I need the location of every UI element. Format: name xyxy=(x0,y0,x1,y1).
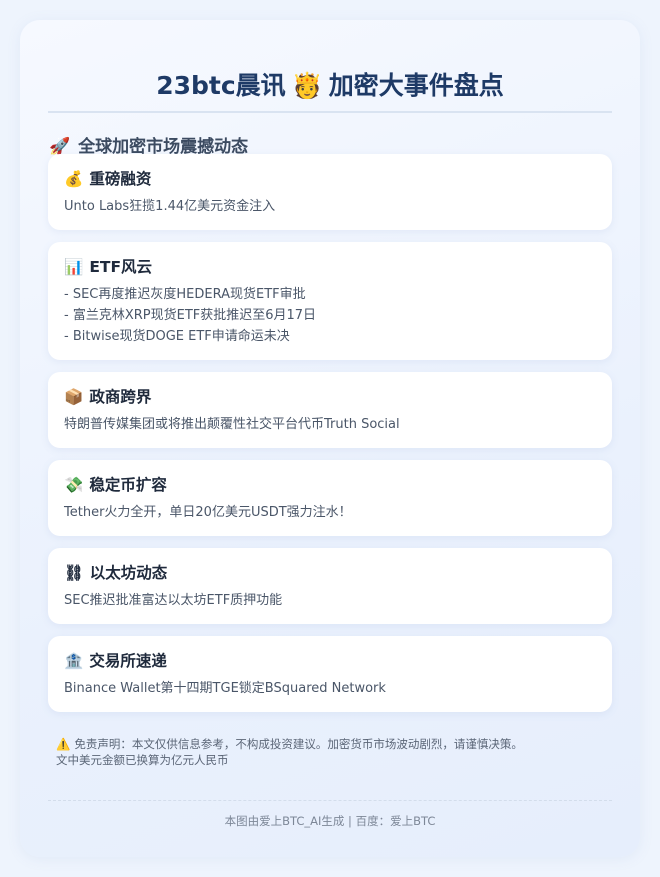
footer-credit: 本图由爱上BTC_AI生成 | 百度：爱上BTC xyxy=(224,814,436,828)
report-card: 23btc晨讯 🫅 加密大事件盘点 🚀 全球加密市场震撼动态 💰 重磅融资 Unto L… xyxy=(20,20,640,857)
news-card-stablecoin: 💸 稳定币扩容 Tether火力全开，单日20亿美元USDT强力注水！ xyxy=(48,460,612,536)
news-title: 🏦 交易所速递 xyxy=(64,650,596,672)
news-title: ⛓ 以太坊动态 xyxy=(64,562,596,584)
title-text-after: 加密大事件盘点 xyxy=(328,71,504,100)
news-line: Tether火力全开，单日20亿美元USDT强力注水！ xyxy=(64,505,352,520)
flying-money-icon: 💸 xyxy=(64,476,84,494)
news-title: 📊 ETF风云 xyxy=(64,256,596,278)
news-title-text: 交易所速递 xyxy=(89,652,167,670)
news-title-text: 政商跨界 xyxy=(89,388,152,406)
news-line: Unto Labs狂揽1.44亿美元资金注入 xyxy=(64,199,276,214)
disclaimer-line-2: 文中美元金额已换算为亿元人民币 xyxy=(56,753,229,767)
warning-icon: ⚠️ xyxy=(56,737,71,751)
news-line: - Bitwise现货DOGE ETF申请命运未决 xyxy=(64,329,290,344)
news-title-text: 重磅融资 xyxy=(89,170,152,188)
news-title-text: 以太坊动态 xyxy=(89,564,168,582)
news-title-text: ETF风云 xyxy=(89,258,153,276)
news-card-ethereum: ⛓ 以太坊动态 SEC推迟批准富达以太坊ETF质押功能 xyxy=(48,548,612,624)
page-title: 23btc晨讯 🫅 加密大事件盘点 xyxy=(20,66,640,106)
title-text-before: 23btc晨讯 xyxy=(156,71,286,100)
news-line: Binance Wallet第十四期TGE锁定BSquared Network xyxy=(64,681,386,696)
sunrise-icon: 🫅 xyxy=(291,71,323,100)
news-card-financing: 💰 重磅融资 Unto Labs狂揽1.44亿美元资金注入 xyxy=(48,154,612,230)
money-bag-icon: 💰 xyxy=(64,170,84,188)
news-title: 📦 政商跨界 xyxy=(64,386,596,408)
bar-chart-icon: 📊 xyxy=(64,258,84,276)
news-card-politics-business: 📦 政商跨界 特朗普传媒集团或将推出颠覆性社交平台代币Truth Social xyxy=(48,372,612,448)
news-line: - SEC再度推迟灰度HEDERA现货ETF审批 xyxy=(64,287,306,302)
news-card-etf: 📊 ETF风云 - SEC再度推迟灰度HEDERA现货ETF审批 - 富兰克林XR… xyxy=(48,242,612,360)
news-title: 💸 稳定币扩容 xyxy=(64,474,596,496)
news-line: SEC推迟批准富达以太坊ETF质押功能 xyxy=(64,593,283,608)
disclaimer-text: 免责声明：本文仅供信息参考，不构成投资建议。加密货币市场波动剧烈，请谨慎决策。 xyxy=(74,737,523,751)
package-icon: 📦 xyxy=(64,388,84,406)
news-title: 💰 重磅融资 xyxy=(64,168,596,190)
news-title-text: 稳定币扩容 xyxy=(89,476,167,494)
bank-icon: 🏦 xyxy=(64,652,84,670)
news-line: 特朗普传媒集团或将推出颠覆性社交平台代币Truth Social xyxy=(64,417,400,432)
disclaimer: ⚠️ 免责声明：本文仅供信息参考，不构成投资建议。加密货币市场波动剧烈，请谨慎决策… xyxy=(56,736,604,768)
disclaimer-line-1: ⚠️ 免责声明：本文仅供信息参考，不构成投资建议。加密货币市场波动剧烈，请谨慎决策… xyxy=(56,736,604,752)
title-divider xyxy=(48,111,612,113)
news-card-exchange: 🏦 交易所速递 Binance Wallet第十四期TGE锁定BSquared N… xyxy=(48,636,612,712)
news-line: - 富兰克林XRP现货ETF获批推迟至6月17日 xyxy=(64,308,317,323)
footer-divider xyxy=(48,800,612,801)
chain-icon: ⛓ xyxy=(64,564,84,582)
